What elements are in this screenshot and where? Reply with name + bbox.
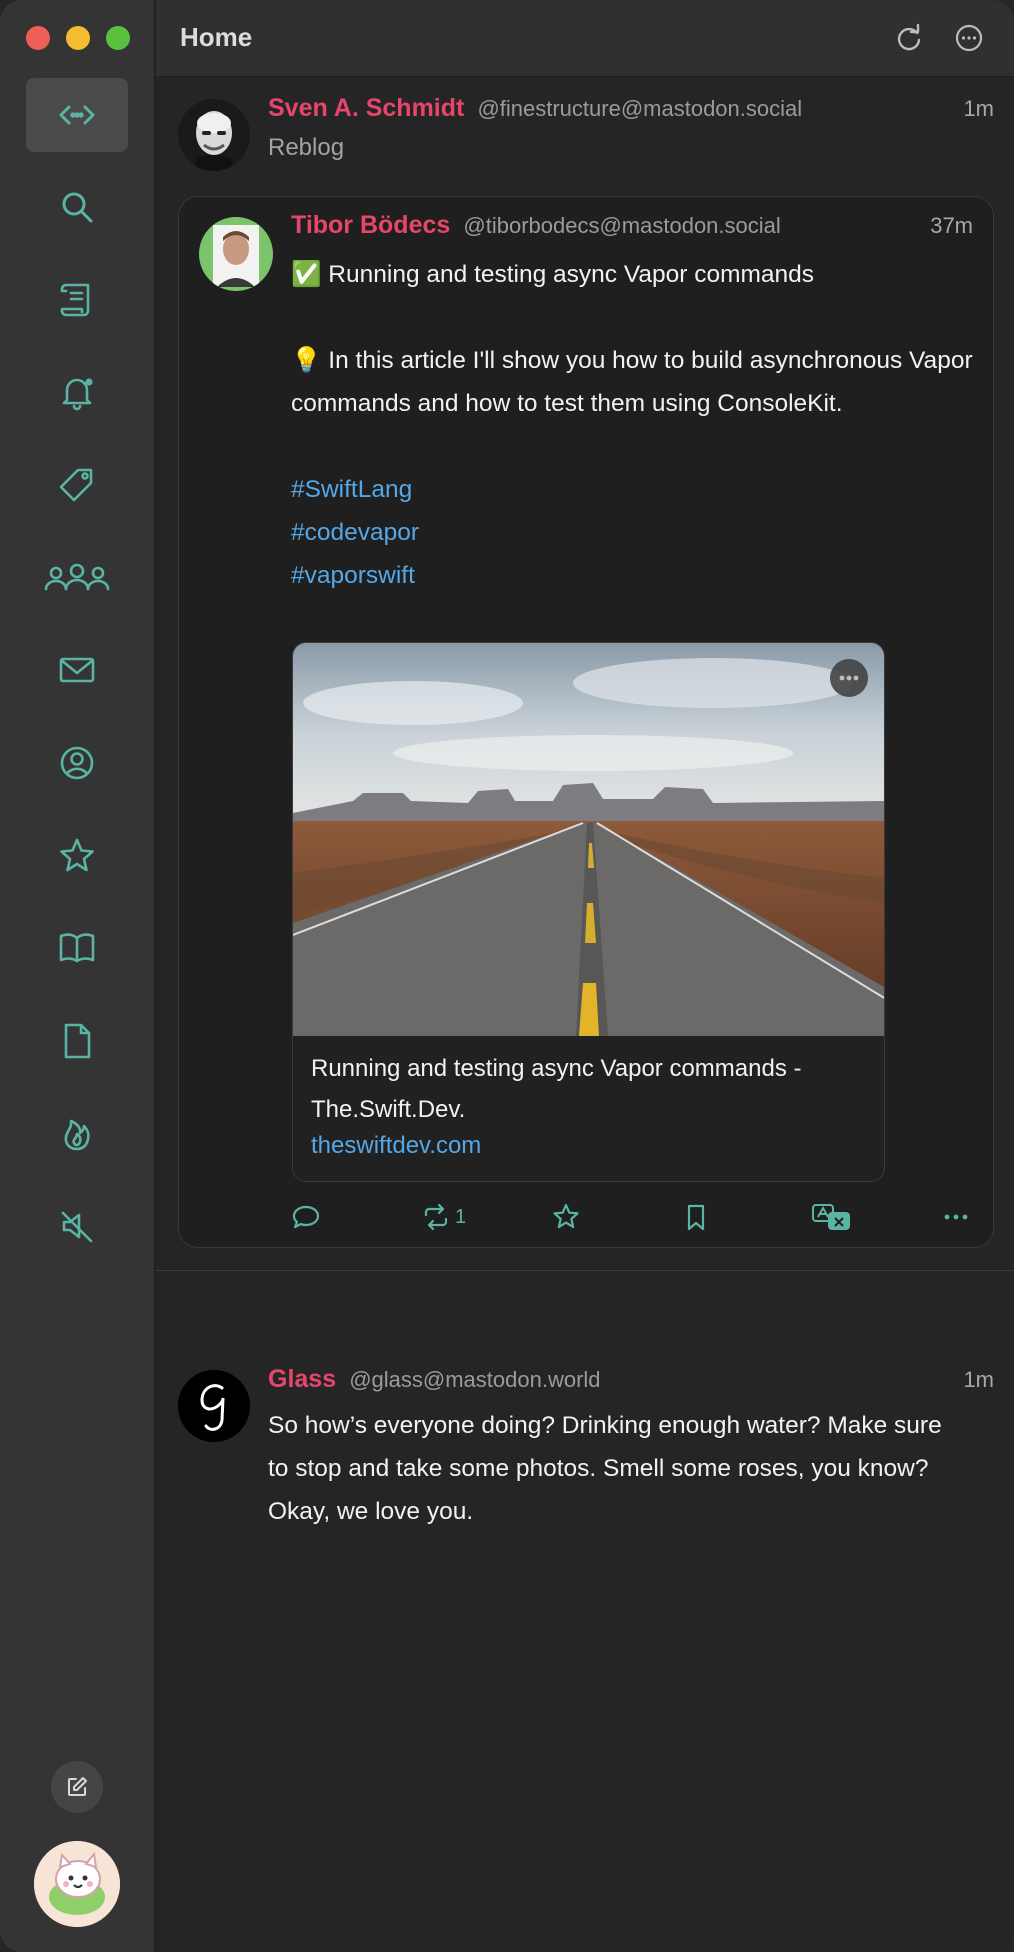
reblogged-post-card[interactable]: Tibor Bödecs @tiborbodecs@mastodon.socia… bbox=[178, 196, 994, 1248]
author-name[interactable]: Glass bbox=[268, 1365, 336, 1393]
sidebar-item-bookmarks[interactable] bbox=[26, 911, 128, 985]
ellipsis-icon bbox=[944, 1214, 968, 1220]
avatar[interactable] bbox=[199, 217, 273, 291]
translate-icon bbox=[812, 1204, 850, 1230]
glass-logo bbox=[178, 1370, 250, 1442]
boost-button[interactable]: 1 bbox=[421, 1197, 466, 1237]
boost-count: 1 bbox=[455, 1205, 467, 1228]
post-content: So how’s everyone doing? Drinking enough… bbox=[268, 1412, 942, 1525]
compose-button[interactable] bbox=[51, 1761, 103, 1813]
star-icon bbox=[553, 1203, 579, 1229]
post-content: ✅ Running and testing async Vapor comman… bbox=[291, 253, 981, 597]
sidebar-item-followed[interactable] bbox=[26, 541, 128, 615]
sidebar-item-muted[interactable] bbox=[26, 1189, 128, 1263]
compose-icon bbox=[68, 1777, 87, 1796]
booster-name[interactable]: Sven A. Schmidt bbox=[268, 94, 464, 122]
sidebar-item-lists[interactable] bbox=[26, 263, 128, 337]
sidebar-item-trending[interactable] bbox=[26, 1096, 128, 1170]
cat-mascot-image bbox=[34, 1841, 120, 1927]
author-handle[interactable]: @glass@mastodon.world bbox=[349, 1367, 600, 1392]
road-desert-image bbox=[293, 643, 884, 1036]
more-options-button[interactable] bbox=[951, 20, 987, 56]
sidebar-item-documents[interactable] bbox=[26, 1004, 128, 1078]
envelope-icon bbox=[59, 657, 95, 683]
app-window: Home Sven A. Schmidt @finestructure@mast… bbox=[0, 0, 1014, 1952]
sidebar bbox=[0, 0, 155, 1952]
sidebar-item-profile[interactable] bbox=[26, 726, 128, 800]
document-icon bbox=[64, 1023, 91, 1059]
post-actions: 1 bbox=[291, 1197, 981, 1237]
booster-handle[interactable]: @finestructure@mastodon.social bbox=[477, 96, 802, 121]
flame-icon bbox=[64, 1119, 90, 1151]
tag-icon bbox=[59, 468, 93, 502]
link-card-domain[interactable]: theswiftdev.com bbox=[311, 1132, 871, 1160]
post-first-line: ✅ Running and testing async Vapor comman… bbox=[291, 261, 815, 288]
avatar[interactable] bbox=[178, 99, 250, 171]
hashtag-link[interactable]: #codevapor bbox=[291, 511, 981, 554]
sidebar-item-tags[interactable] bbox=[26, 448, 128, 522]
sidebar-item-search[interactable] bbox=[26, 170, 128, 244]
ellipsis-circle-icon bbox=[955, 24, 983, 52]
current-user-avatar[interactable] bbox=[34, 1841, 120, 1927]
mute-icon bbox=[61, 1211, 93, 1243]
bell-icon bbox=[62, 378, 93, 411]
hashtag-link[interactable]: #SwiftLang bbox=[291, 468, 981, 511]
sidebar-item-favorites[interactable] bbox=[26, 819, 128, 893]
bookmark-button[interactable] bbox=[681, 1197, 711, 1237]
timeline-post-body[interactable]: Glass @glass@mastodon.world 1m So how’s … bbox=[156, 1271, 1014, 1525]
ellipsis-icon bbox=[839, 675, 859, 681]
timeline-feed[interactable]: Sven A. Schmidt @finestructure@mastodon.… bbox=[156, 78, 1014, 1952]
author-name[interactable]: Tibor Bödecs bbox=[291, 211, 450, 239]
bookmark-icon bbox=[687, 1204, 705, 1231]
reply-button[interactable] bbox=[291, 1197, 321, 1237]
refresh-button[interactable] bbox=[891, 20, 927, 56]
link-preview-card[interactable]: Running and testing async Vapor commands… bbox=[292, 642, 885, 1182]
avatar[interactable] bbox=[178, 1370, 250, 1442]
sidebar-item-messages[interactable] bbox=[26, 633, 128, 707]
sidebar-item-notifications[interactable] bbox=[26, 355, 128, 429]
timeline-icon bbox=[59, 105, 95, 125]
media-more-button[interactable] bbox=[830, 659, 868, 697]
book-icon bbox=[59, 933, 95, 963]
more-actions-button[interactable] bbox=[941, 1197, 971, 1237]
avatar-image bbox=[199, 217, 273, 291]
hashtag-link[interactable]: #vaporswift bbox=[291, 554, 981, 597]
avatar-image bbox=[178, 99, 250, 171]
post-time[interactable]: 1m bbox=[963, 1367, 994, 1393]
translate-button[interactable] bbox=[811, 1197, 851, 1237]
close-window-button[interactable] bbox=[26, 26, 50, 50]
people-icon bbox=[44, 563, 110, 591]
toolbar: Home bbox=[156, 0, 1014, 77]
post-time[interactable]: 1m bbox=[963, 96, 994, 122]
page-title: Home bbox=[180, 22, 253, 52]
post-time[interactable]: 37m bbox=[930, 213, 973, 239]
star-icon bbox=[60, 838, 94, 872]
post-paragraph: 💡 In this article I'll show you how to b… bbox=[291, 347, 973, 417]
scroll-icon bbox=[60, 283, 90, 317]
boost-icon bbox=[424, 1203, 448, 1231]
reblog-label: Reblog bbox=[268, 134, 345, 161]
author-handle[interactable]: @tiborbodecs@mastodon.social bbox=[463, 213, 780, 238]
search-icon bbox=[62, 192, 93, 223]
profile-icon bbox=[60, 746, 94, 780]
timeline-post[interactable]: Sven A. Schmidt @finestructure@mastodon.… bbox=[156, 78, 1014, 1270]
minimize-window-button[interactable] bbox=[66, 26, 90, 50]
sidebar-item-timeline[interactable] bbox=[26, 78, 128, 152]
refresh-icon bbox=[897, 23, 921, 51]
favorite-button[interactable] bbox=[551, 1197, 581, 1237]
zoom-window-button[interactable] bbox=[106, 26, 130, 50]
link-card-title: Running and testing async Vapor commands… bbox=[311, 1055, 802, 1123]
reply-icon bbox=[292, 1205, 320, 1229]
